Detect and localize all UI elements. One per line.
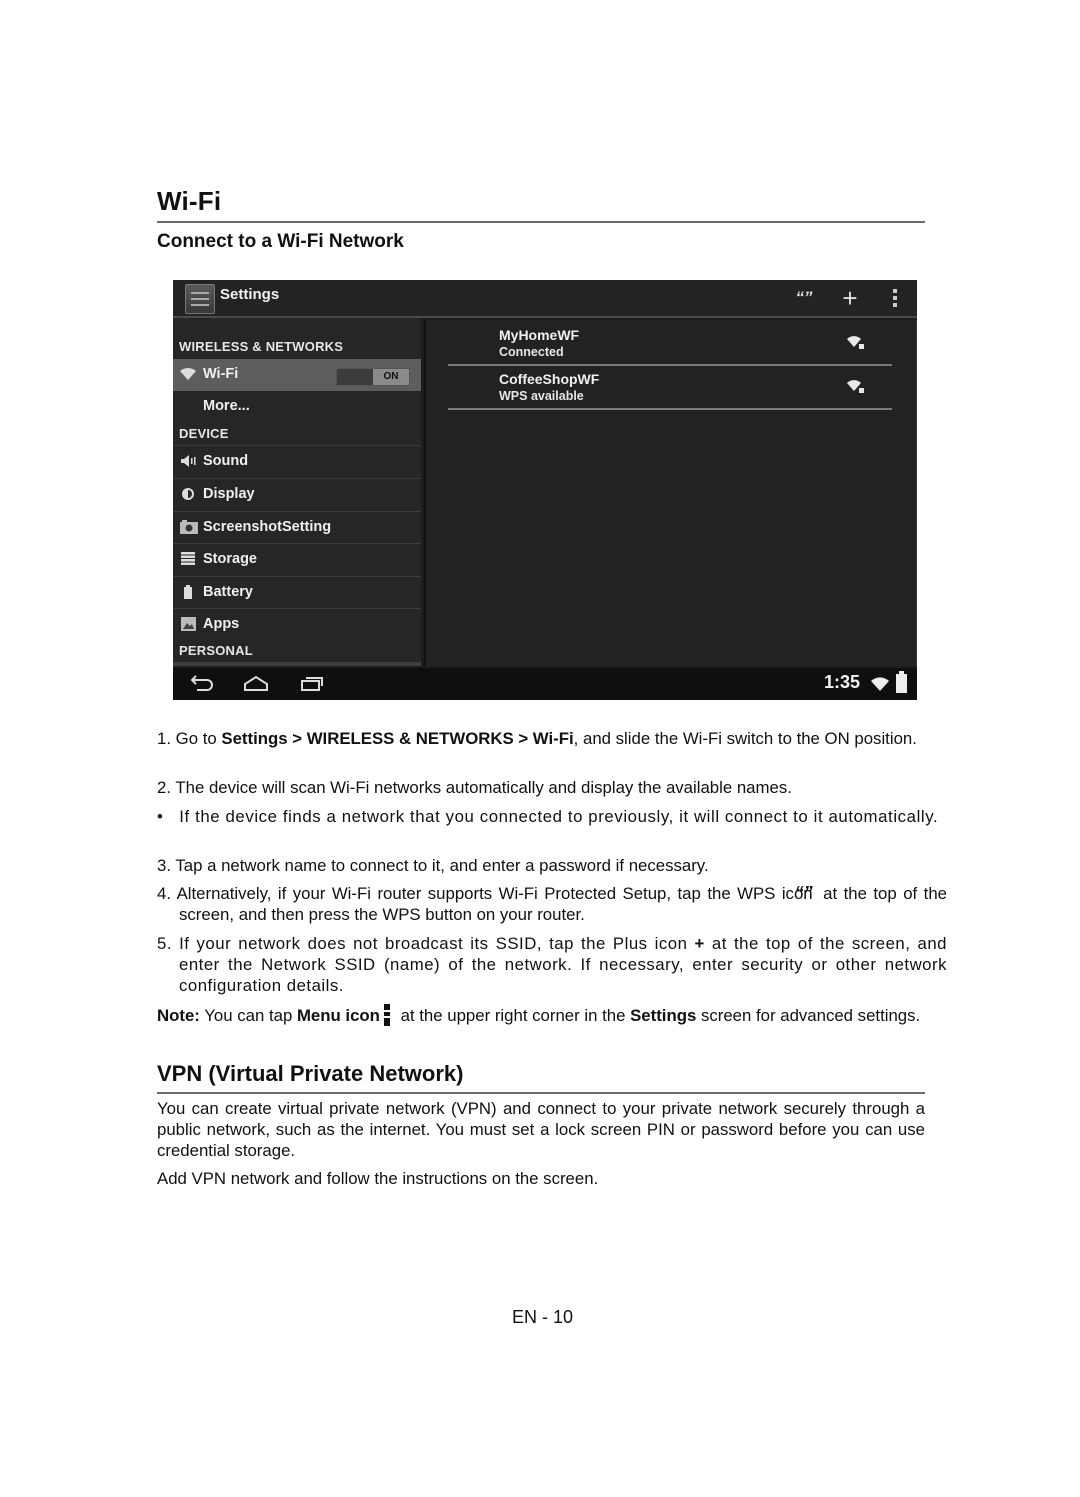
step-text: If the device finds a network that you c… [179, 807, 939, 826]
storage-icon [180, 552, 196, 568]
note-bold: Settings [630, 1006, 697, 1025]
step-4: 4. Alternatively, if your Wi-Fi router s… [157, 883, 947, 924]
step-text: , and slide the Wi-Fi switch to the ON p… [573, 729, 917, 748]
sidebar-item-battery[interactable]: Battery [173, 576, 421, 609]
plus-icon[interactable]: + [837, 285, 863, 311]
step-5: 5. If your network does not broadcast it… [157, 933, 947, 996]
sidebar-item-label: Sound [203, 453, 249, 469]
sidebar-item-label: Display [203, 486, 255, 502]
network-list: MyHomeWF Connected CoffeeShopWF WPS avai… [424, 320, 917, 666]
header-wireless-networks: WIRELESS & NETWORKS [179, 339, 344, 354]
sidebar-item-screenshotsetting[interactable]: ScreenshotSetting [173, 511, 421, 544]
note-label: Note: [157, 1006, 200, 1025]
step-2: 2. The device will scan Wi-Fi networks a… [157, 777, 947, 798]
battery-icon [180, 585, 196, 601]
plus-icon: + [694, 934, 705, 953]
step-text: The device will scan Wi-Fi networks auto… [175, 778, 792, 797]
speaker-icon [180, 454, 196, 470]
recent-apps-icon[interactable] [297, 673, 327, 695]
step-number: 3. [157, 856, 171, 875]
section-title: Wi-Fi [157, 186, 222, 216]
sidebar-item-apps[interactable]: Apps [173, 608, 421, 641]
back-icon[interactable] [187, 673, 217, 695]
sidebar-item-label: Storage [203, 551, 257, 567]
subsection-title: Connect to a Wi-Fi Network [157, 231, 404, 252]
wifi-status-icon [871, 677, 889, 691]
sidebar-divider [173, 662, 421, 666]
note-bold: Menu icon [296, 1006, 380, 1025]
step-path: Settings > WIRELESS & NETWORKS > Wi-Fi [221, 729, 574, 748]
step-1: 1. Go to Settings > WIRELESS & NETWORKS … [157, 728, 947, 749]
header-device: DEVICE [179, 426, 229, 441]
settings-sidebar: WIRELESS & NETWORKS Wi-Fi ON More... DEV… [173, 318, 421, 666]
vpn-title: VPN (Virtual Private Network) [157, 1061, 464, 1086]
header-personal: PERSONAL [179, 643, 253, 658]
step-text: If your network does not broadcast its S… [179, 934, 695, 953]
brightness-icon [180, 487, 196, 503]
device-screenshot: Settings “” + WIRELESS & NETWORKS Wi-Fi … [173, 280, 917, 700]
action-bar: Settings “” + [173, 280, 917, 318]
network-name: CoffeeShopWF [499, 371, 600, 387]
page-number: EN - 10 [511, 1307, 574, 1327]
wifi-lock-signal-icon [847, 380, 864, 393]
vpn-divider [157, 1092, 925, 1094]
vpn-instruction: Add VPN network and follow the instructi… [157, 1169, 599, 1188]
camera-icon [180, 520, 198, 536]
step-text: Alternatively, if your Wi-Fi router supp… [176, 884, 813, 903]
sidebar-item-label: Wi-Fi [203, 366, 239, 382]
app-title: Settings [220, 286, 280, 303]
step-number: 1. [157, 729, 171, 748]
status-clock: 1:35 [824, 672, 861, 692]
bullet: • [157, 807, 164, 826]
network-item[interactable]: MyHomeWF Connected [448, 322, 892, 366]
step-text: Go to [175, 729, 222, 748]
menu-icon[interactable] [882, 286, 908, 310]
vpn-paragraph: You can create virtual private network (… [157, 1099, 925, 1160]
wifi-toggle[interactable]: ON [336, 368, 410, 386]
sidebar-item-label: Battery [203, 584, 253, 600]
step-number: 2. [157, 778, 171, 797]
note-text: at the upper right corner in the [395, 1006, 631, 1025]
battery-status-icon [896, 671, 907, 693]
sidebar-item-label: Apps [203, 616, 240, 632]
menu-icon [383, 1004, 390, 1026]
sidebar-item-wifi[interactable]: Wi-Fi ON [173, 359, 421, 391]
settings-app-icon[interactable] [185, 284, 215, 314]
system-nav-bar: 1:35 [173, 668, 917, 700]
network-name: MyHomeWF [499, 327, 580, 343]
wifi-icon [180, 367, 196, 383]
sidebar-item-storage[interactable]: Storage [173, 543, 421, 576]
sidebar-item-more[interactable]: More... [173, 391, 421, 423]
step-number: 4. [157, 884, 171, 903]
sidebar-item-sound[interactable]: Sound [173, 445, 421, 478]
network-status: WPS available [499, 389, 584, 403]
apps-icon [180, 617, 196, 633]
note: Note: You can tap Menu icon at the upper… [157, 1004, 925, 1026]
step-number: 5. [157, 934, 172, 953]
toggle-state: ON [373, 369, 409, 385]
home-icon[interactable] [241, 673, 271, 695]
sidebar-item-label: More... [203, 398, 250, 414]
sidebar-item-label: ScreenshotSetting [203, 519, 332, 535]
wifi-lock-signal-icon [847, 336, 864, 349]
wps-icon[interactable]: “” [791, 286, 817, 310]
network-status: Connected [499, 345, 564, 359]
sidebar-item-display[interactable]: Display [173, 478, 421, 511]
step-text: Tap a network name to connect to it, and… [175, 856, 709, 875]
section-divider [157, 221, 925, 223]
note-text: You can tap [199, 1006, 297, 1025]
note-text: screen for advanced settings. [696, 1006, 921, 1025]
step-3: 3. Tap a network name to connect to it, … [157, 855, 947, 876]
bullet-note: • If the device finds a network that you… [157, 806, 947, 827]
network-item[interactable]: CoffeeShopWF WPS available [448, 366, 892, 410]
